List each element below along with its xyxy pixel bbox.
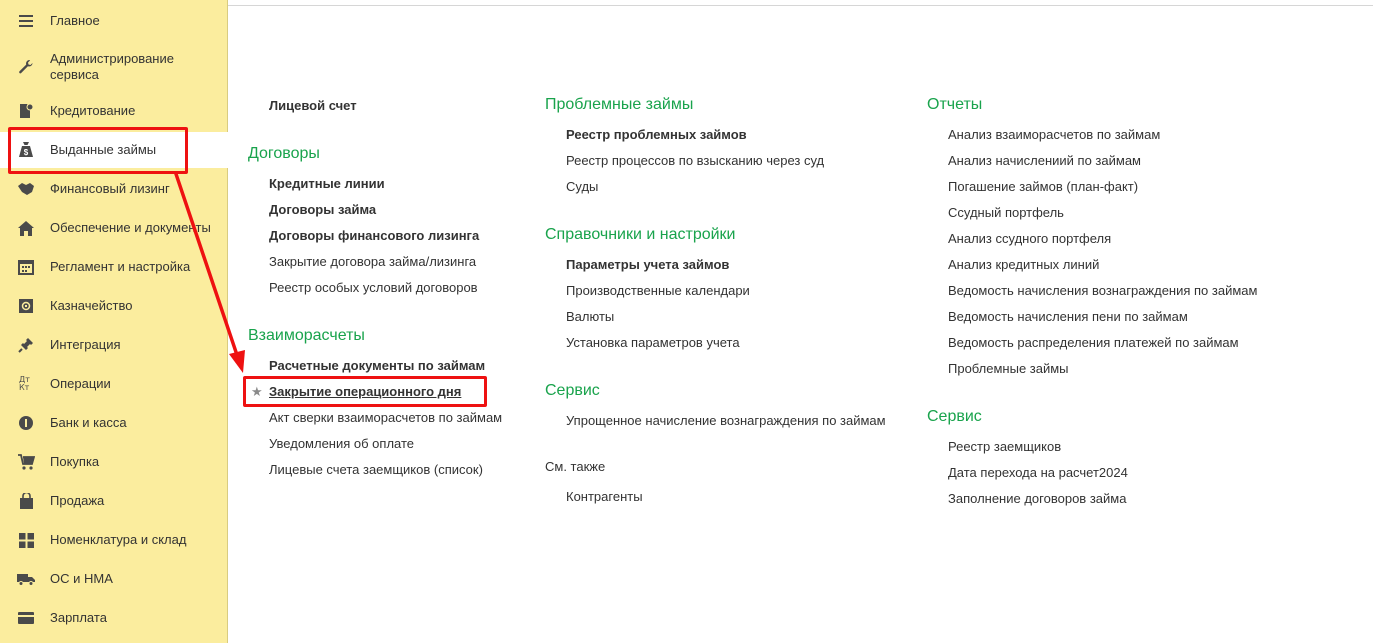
- sidebar-item-administration[interactable]: Администрирование сервиса: [0, 48, 227, 86]
- link-loan-contracts[interactable]: Договоры займа: [269, 202, 376, 218]
- link-report-loan-portfolio[interactable]: Ссудный портфель: [948, 205, 1064, 221]
- link-report-accruals-analysis[interactable]: Анализ начислениий по займам: [948, 153, 1141, 169]
- truck-icon: [17, 570, 35, 588]
- link-report-credit-lines-analysis[interactable]: Анализ кредитных линий: [948, 257, 1099, 273]
- link-report-payment-distribution[interactable]: Ведомость распределения платежей по займ…: [948, 335, 1239, 351]
- section-title-service-2: Сервис: [927, 408, 982, 425]
- plug-icon: [17, 336, 35, 354]
- section-title-references-settings: Справочники и настройки: [545, 226, 736, 243]
- sidebar-item-label: Кредитование: [50, 103, 136, 118]
- sidebar-item-fixed-assets[interactable]: ОС и НМА: [0, 561, 227, 597]
- link-report-portfolio-analysis[interactable]: Анализ ссудного портфеля: [948, 231, 1111, 247]
- sidebar-item-collateral-documents[interactable]: Обеспечение и документы: [0, 210, 227, 246]
- sidebar-item-schedule-settings[interactable]: Регламент и настройка: [0, 249, 227, 285]
- sidebar-item-inventory-warehouse[interactable]: Номенклатура и склад: [0, 522, 227, 558]
- link-courts[interactable]: Суды: [566, 179, 598, 195]
- sidebar-item-label: Администрирование сервиса: [50, 51, 174, 82]
- link-report-penalty-accrual-statement[interactable]: Ведомость начисления пени по займам: [948, 309, 1188, 325]
- link-payment-notifications[interactable]: Уведомления об оплате: [269, 436, 414, 452]
- annotation-highlight-sidebar: [8, 127, 188, 174]
- sidebar-item-label: Главное: [50, 13, 100, 28]
- link-report-repayment-plan-fact[interactable]: Погашение займов (план-факт): [948, 179, 1138, 195]
- link-report-settlements-analysis[interactable]: Анализ взаиморасчетов по займам: [948, 127, 1160, 143]
- link-simplified-accrual[interactable]: Упрощенное начисление вознаграждения по …: [566, 413, 886, 429]
- section-title-service: Сервис: [545, 382, 600, 399]
- annotation-highlight-link: [243, 376, 487, 407]
- sidebar-item-sales[interactable]: Продажа: [0, 483, 227, 519]
- sidebar-item-financial-leasing[interactable]: Финансовый лизинг: [0, 171, 227, 207]
- link-close-contract[interactable]: Закрытие договора займа/лизинга: [269, 254, 476, 270]
- section-title-reports: Отчеты: [927, 96, 983, 113]
- link-reconciliation-act[interactable]: Акт сверки взаиморасчетов по займам: [269, 410, 502, 426]
- handshake-icon: [17, 180, 35, 198]
- sections-sidebar: Главное Администрирование сервиса Кредит…: [0, 0, 228, 643]
- link-problem-loans-register[interactable]: Реестр проблемных займов: [566, 127, 747, 143]
- link-leasing-contracts[interactable]: Договоры финансового лизинга: [269, 228, 479, 244]
- sidebar-item-label: Покупка: [50, 454, 100, 469]
- document-coin-icon: [17, 102, 35, 120]
- see-also-label: См. также: [545, 459, 606, 474]
- sidebar-item-label: Зарплата: [50, 610, 107, 625]
- link-fill-loan-contracts[interactable]: Заполнение договоров займа: [948, 491, 1126, 507]
- sidebar-item-bank-cash[interactable]: Банк и касса: [0, 405, 227, 441]
- cart-icon: [17, 453, 35, 471]
- link-loan-accounting-params[interactable]: Параметры учета займов: [566, 257, 729, 273]
- link-counterparties[interactable]: Контрагенты: [566, 489, 643, 505]
- top-divider: [228, 5, 1373, 6]
- link-transition-date-2024[interactable]: Дата перехода на расчет2024: [948, 465, 1128, 481]
- grid-icon: [17, 531, 35, 549]
- sidebar-item-label: Казначейство: [50, 298, 133, 313]
- sidebar-item-label: Регламент и настройка: [50, 259, 191, 274]
- sidebar-item-treasury[interactable]: Казначейство: [0, 288, 227, 324]
- sidebar-item-salary[interactable]: Зарплата: [0, 600, 227, 636]
- sidebar-item-label: Финансовый лизинг: [50, 181, 170, 196]
- debit-credit-icon: Дт Кт: [17, 375, 35, 393]
- wrench-icon: [17, 58, 35, 76]
- sidebar-item-label: Операции: [50, 376, 111, 391]
- link-report-problem-loans[interactable]: Проблемные займы: [948, 361, 1069, 377]
- sidebar-item-label: Банк и касса: [50, 415, 127, 430]
- sidebar-item-purchase[interactable]: Покупка: [0, 444, 227, 480]
- section-title-problem-loans: Проблемные займы: [545, 96, 694, 113]
- link-currencies[interactable]: Валюты: [566, 309, 614, 325]
- menu-icon: [17, 12, 35, 30]
- house-icon: [17, 219, 35, 237]
- link-set-accounting-params[interactable]: Установка параметров учета: [566, 335, 740, 351]
- sidebar-item-label: ОС и НМА: [50, 571, 113, 586]
- link-personal-account[interactable]: Лицевой счет: [269, 98, 357, 114]
- safe-icon: [17, 297, 35, 315]
- link-court-recovery-register[interactable]: Реестр процессов по взысканию через суд: [566, 153, 824, 169]
- section-title-settlements: Взаиморасчеты: [248, 327, 365, 344]
- link-report-reward-accrual-statement[interactable]: Ведомость начисления вознаграждения по з…: [948, 283, 1257, 299]
- section-title-contracts: Договоры: [248, 145, 320, 162]
- sidebar-item-label: Обеспечение и документы: [50, 220, 211, 235]
- link-borrower-accounts-list[interactable]: Лицевые счета заемщиков (список): [269, 462, 483, 478]
- sidebar-item-label: Номенклатура и склад: [50, 532, 187, 547]
- coin-icon: [17, 414, 35, 432]
- sidebar-item-integration[interactable]: Интеграция: [0, 327, 227, 363]
- link-production-calendars[interactable]: Производственные календари: [566, 283, 750, 299]
- sidebar-item-lending[interactable]: Кредитование: [0, 93, 227, 129]
- link-credit-lines[interactable]: Кредитные линии: [269, 176, 385, 192]
- debit-credit-icon-text: Дт Кт: [19, 375, 30, 392]
- wallet-icon: [17, 609, 35, 627]
- sidebar-item-label: Интеграция: [50, 337, 121, 352]
- sidebar-item-label: Продажа: [50, 493, 105, 508]
- sidebar-item-main[interactable]: Главное: [0, 3, 227, 39]
- link-borrowers-register[interactable]: Реестр заемщиков: [948, 439, 1061, 455]
- sidebar-item-operations[interactable]: Дт Кт Операции: [0, 366, 227, 402]
- calendar-icon: [17, 258, 35, 276]
- link-special-conditions-register[interactable]: Реестр особых условий договоров: [269, 280, 478, 296]
- link-settlement-documents[interactable]: Расчетные документы по займам: [269, 358, 485, 374]
- shopping-bag-icon: [17, 492, 35, 510]
